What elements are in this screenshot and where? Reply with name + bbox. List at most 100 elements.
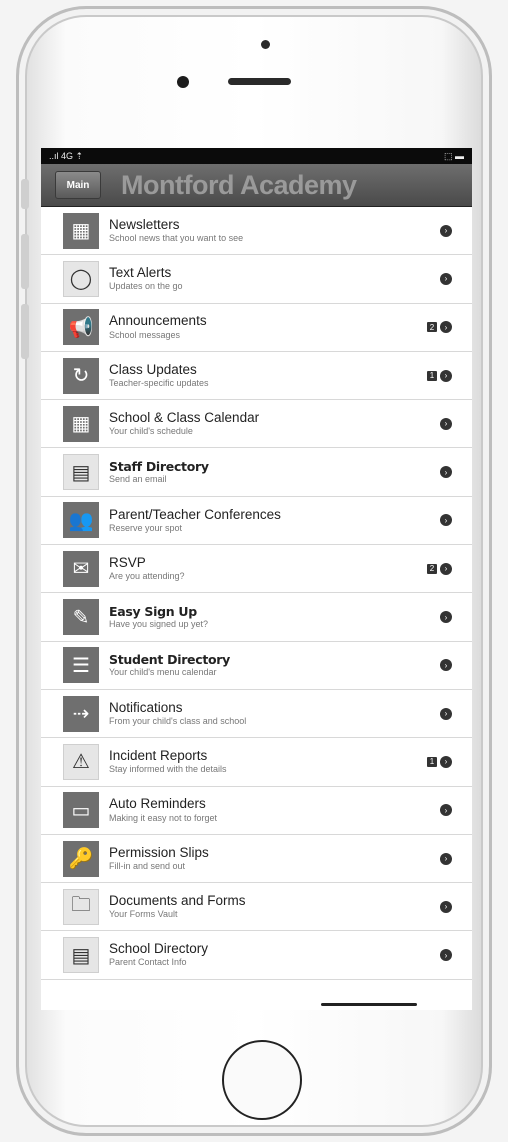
phone-screen: ..ıl 4G ⇡ ⬚ ▬ Main Montford Academy ▦ Ne… (41, 148, 472, 1010)
chevron-right-icon: › (440, 804, 452, 817)
item-title: Staff Directory (109, 458, 209, 474)
count-badge: 2 (427, 563, 437, 574)
chevron-right-icon: › (440, 321, 452, 334)
item-subtitle: School messages (109, 329, 181, 340)
item-title: Easy Sign Up (109, 603, 197, 619)
scroll-indicator[interactable] (321, 1003, 417, 1006)
edit-icon: ✎ (63, 599, 99, 636)
volume-down-button (21, 304, 29, 359)
page-title: Montford Academy (121, 169, 357, 200)
contact-card-icon: ▤ (63, 454, 99, 491)
count-badge: 1 (427, 370, 437, 381)
item-subtitle: Making it easy not to forget (109, 812, 218, 823)
item-subtitle: School news that you want to see (109, 233, 244, 244)
item-subtitle: From your child's class and school (109, 715, 247, 726)
refresh-icon: ↻ (63, 357, 99, 394)
home-button[interactable] (222, 1040, 302, 1120)
notification-icon: ⇢ (63, 695, 99, 732)
list-item-documents[interactable]: 🗀 Documents and Forms Your Forms Vault › (41, 883, 472, 932)
chevron-right-icon: › (440, 755, 452, 768)
item-title: Auto Reminders (109, 796, 206, 812)
item-title: Permission Slips (109, 844, 209, 860)
item-title: Notifications (109, 699, 183, 715)
inbox-icon: ▭ (63, 792, 99, 829)
item-subtitle: Updates on the go (109, 281, 183, 292)
item-subtitle: Parent Contact Info (109, 957, 187, 968)
chevron-right-icon: › (440, 707, 452, 720)
list-item-auto-reminders[interactable]: ▭ Auto Reminders Making it easy not to fo… (41, 787, 472, 835)
key-icon: 🔑 (63, 840, 99, 877)
speech-bubble-icon: ◯ (63, 260, 99, 297)
chevron-right-icon: › (440, 900, 452, 913)
chevron-right-icon: › (440, 417, 452, 430)
list-item-easy-sign-up[interactable]: ✎ Easy Sign Up Have you signed up yet? › (41, 593, 472, 642)
proximity-sensor (261, 40, 270, 49)
item-subtitle: Your child's menu calendar (109, 667, 217, 678)
item-title: RSVP (109, 554, 146, 570)
list-item-incident-reports[interactable]: ⚠ Incident Reports Stay informed with the… (41, 738, 472, 787)
item-title: School & Class Calendar (109, 410, 260, 426)
list-item-notifications[interactable]: ⇢ Notifications From your child's class a… (41, 690, 472, 739)
item-title: Parent/Teacher Conferences (109, 506, 281, 522)
front-camera (177, 76, 189, 88)
envelope-icon: ✉ (63, 550, 99, 587)
status-bar: ..ıl 4G ⇡ ⬚ ▬ (41, 148, 472, 164)
directory-icon: ☰ (63, 647, 99, 684)
item-title: Newsletters (109, 216, 180, 232)
signal-status: ..ıl 4G ⇡ (49, 151, 84, 161)
item-title: School Directory (109, 941, 209, 957)
chevron-right-icon: › (440, 659, 452, 672)
item-title: Announcements (109, 313, 207, 329)
list-item-newsletters[interactable]: ▦ Newsletters School news that you want t… (41, 207, 472, 256)
chevron-right-icon: › (440, 272, 452, 285)
item-subtitle: Fill-in and send out (109, 860, 186, 871)
chevron-right-icon: › (440, 562, 452, 575)
count-badge: 1 (427, 756, 437, 767)
item-subtitle: Stay informed with the details (109, 764, 227, 775)
nav-bar: Main Montford Academy (41, 164, 472, 207)
address-card-icon: ▤ (63, 937, 99, 974)
list-item-permission-slips[interactable]: 🔑 Permission Slips Fill-in and send out › (41, 835, 472, 884)
item-title: Text Alerts (109, 265, 172, 281)
volume-up-button (21, 234, 29, 289)
chevron-right-icon: › (440, 514, 452, 527)
people-icon: 👥 (63, 502, 99, 539)
item-subtitle: Teacher-specific updates (109, 377, 209, 388)
list-item-student-directory[interactable]: ☰ Student Directory Your child's menu cal… (41, 642, 472, 690)
item-subtitle: Send an email (109, 473, 167, 484)
item-subtitle: Your Forms Vault (109, 909, 178, 920)
chevron-right-icon: › (440, 611, 452, 624)
item-title: Documents and Forms (109, 893, 246, 908)
chevron-right-icon: › (440, 466, 452, 479)
main-back-button[interactable]: Main (55, 171, 101, 199)
earpiece-speaker (228, 78, 291, 85)
menu-list: ▦ Newsletters School news that you want t… (41, 207, 472, 1010)
item-subtitle: Have you signed up yet? (109, 618, 209, 629)
list-item-announcements[interactable]: 📢 Announcements School messages 2 › (41, 304, 472, 352)
chevron-right-icon: › (440, 949, 452, 962)
mute-switch (21, 179, 29, 209)
grid-icon: ▦ (63, 212, 99, 249)
battery-status: ⬚ ▬ (443, 151, 464, 161)
list-item-calendar[interactable]: ▦ School & Class Calendar Your child's sc… (41, 400, 472, 449)
item-subtitle: Are you attending? (109, 571, 185, 582)
chevron-right-icon: › (440, 224, 452, 237)
megaphone-icon: 📢 (63, 309, 99, 346)
item-subtitle: Your child's schedule (109, 426, 193, 437)
list-item-text-alerts[interactable]: ◯ Text Alerts Updates on the go › (41, 255, 472, 304)
calendar-icon: ▦ (63, 405, 99, 442)
list-item-conferences[interactable]: 👥 Parent/Teacher Conferences Reserve your… (41, 497, 472, 546)
count-badge: 2 (427, 322, 437, 333)
list-item-class-updates[interactable]: ↻ Class Updates Teacher-specific updates … (41, 352, 472, 401)
chevron-right-icon: › (440, 369, 452, 382)
list-item-staff-directory[interactable]: ▤ Staff Directory Send an email › (41, 448, 472, 497)
item-title: Class Updates (109, 361, 197, 377)
folder-icon: 🗀 (63, 888, 99, 925)
list-item-rsvp[interactable]: ✉ RSVP Are you attending? 2 › (41, 545, 472, 594)
item-title: Student Directory (109, 652, 231, 668)
warning-icon: ⚠ (63, 743, 99, 780)
chevron-right-icon: › (440, 852, 452, 865)
item-title: Incident Reports (109, 748, 208, 764)
list-item-school-directory[interactable]: ▤ School Directory Parent Contact Info › (41, 931, 472, 980)
item-subtitle: Reserve your spot (109, 522, 183, 533)
